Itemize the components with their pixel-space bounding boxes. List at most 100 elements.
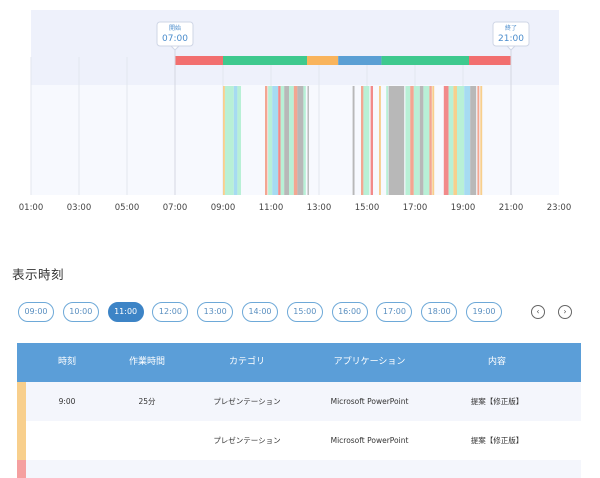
table-row[interactable] bbox=[17, 460, 581, 478]
cell-category bbox=[197, 460, 297, 478]
activity-table: 時刻 作業時間 カテゴリ アプリケーション 内容 9:00 25分 プレゼンテーショ… bbox=[17, 343, 581, 478]
activity-bar bbox=[361, 86, 364, 195]
cell-duration bbox=[107, 421, 187, 460]
activity-bar bbox=[284, 86, 289, 195]
activity-bar bbox=[386, 86, 389, 195]
activity-bar bbox=[432, 86, 435, 195]
activity-bar bbox=[423, 86, 430, 195]
category-segment bbox=[338, 56, 382, 65]
hour-pill[interactable]: 09:00 bbox=[18, 302, 54, 322]
cell-time: 9:00 bbox=[58, 397, 76, 406]
tick-label: 11:00 bbox=[259, 203, 284, 213]
cell-content bbox=[447, 460, 547, 478]
cell-time bbox=[47, 421, 87, 460]
activity-bar bbox=[352, 86, 355, 195]
tick-label: 01:00 bbox=[19, 203, 44, 213]
activity-bar bbox=[457, 86, 465, 195]
table-row[interactable]: 9:00 25分 プレゼンテーション Microsoft PowerPoint 提案【修… bbox=[17, 382, 581, 421]
activity-bar bbox=[443, 86, 449, 195]
start-marker-label: 開始 bbox=[169, 24, 181, 32]
activity-bar bbox=[419, 86, 424, 195]
tick-label: 21:00 bbox=[499, 203, 524, 213]
hour-pill[interactable]: 11:00 bbox=[107, 302, 144, 322]
hour-pill[interactable]: 13:00 bbox=[197, 302, 234, 322]
table-row[interactable]: プレゼンテーション Microsoft PowerPoint 提案【修正版】 bbox=[17, 421, 581, 460]
header-time[interactable]: 時刻 bbox=[47, 343, 87, 382]
hour-pill[interactable]: 15:00 bbox=[286, 302, 323, 322]
activity-bar bbox=[370, 86, 373, 195]
end-marker-label: 終了 bbox=[505, 24, 517, 32]
hour-pill[interactable]: 10:00 bbox=[62, 302, 99, 322]
table-header: 時刻 作業時間 カテゴリ アプリケーション 内容 bbox=[17, 343, 581, 382]
cell-content: 提案【修正版】 bbox=[470, 397, 524, 406]
tick-label: 09:00 bbox=[211, 203, 236, 213]
header-duration[interactable]: 作業時間 bbox=[107, 343, 187, 382]
hour-pill[interactable]: 18:00 bbox=[421, 302, 458, 322]
header-category[interactable]: カテゴリ bbox=[197, 343, 297, 382]
cell-time bbox=[47, 460, 87, 478]
activity-bar bbox=[278, 86, 281, 195]
category-segment bbox=[381, 56, 469, 65]
tick-label: 23:00 bbox=[547, 203, 572, 213]
tick-label: 17:00 bbox=[403, 203, 428, 213]
activity-bar bbox=[307, 86, 309, 195]
tick-label: 05:00 bbox=[115, 203, 140, 213]
timeline-chart: 01:00 03:00 05:00 07:00 09:00 11:00 13:00 15:00… bbox=[0, 0, 600, 220]
activity-bar bbox=[272, 86, 279, 195]
hour-pill[interactable]: 16:00 bbox=[331, 302, 368, 322]
row-color-mark bbox=[17, 421, 26, 460]
start-marker-time: 07:00 bbox=[162, 34, 188, 44]
activity-bar bbox=[289, 86, 294, 195]
activity-bar bbox=[480, 86, 483, 195]
tick-label: 13:00 bbox=[307, 203, 332, 213]
cell-category: プレゼンテーション bbox=[213, 397, 281, 406]
activity-bar bbox=[470, 86, 477, 195]
activity-bar bbox=[410, 86, 414, 195]
cell-app bbox=[307, 460, 432, 478]
section-title: 表示時刻 bbox=[12, 267, 65, 282]
header-application[interactable]: アプリケーション bbox=[307, 343, 432, 382]
prev-icon[interactable]: ‹ bbox=[531, 305, 545, 319]
cell-content: 提案【修正版】 bbox=[470, 436, 524, 445]
activity-bar bbox=[265, 86, 268, 195]
activity-bar bbox=[429, 86, 432, 195]
activity-bar bbox=[388, 86, 405, 195]
cell-app: Microsoft PowerPoint bbox=[330, 436, 409, 445]
end-marker-time: 21:00 bbox=[498, 34, 524, 44]
activity-bar bbox=[297, 86, 304, 195]
tick-label: 19:00 bbox=[451, 203, 476, 213]
timeline-header-bg bbox=[31, 10, 559, 85]
activity-bar bbox=[413, 86, 420, 195]
hour-pill[interactable]: 17:00 bbox=[376, 302, 413, 322]
category-segment bbox=[223, 56, 307, 65]
cell-category: プレゼンテーション bbox=[213, 436, 281, 445]
tick-label: 07:00 bbox=[163, 203, 188, 213]
activity-bar bbox=[223, 86, 225, 195]
hour-pill[interactable]: 14:00 bbox=[242, 302, 278, 322]
cell-duration bbox=[107, 460, 187, 478]
category-segment bbox=[469, 56, 511, 65]
category-segment bbox=[307, 56, 339, 65]
activity-bar bbox=[363, 86, 370, 195]
header-content[interactable]: 内容 bbox=[447, 343, 547, 382]
row-color-mark bbox=[17, 460, 26, 478]
cell-duration: 25分 bbox=[138, 397, 156, 406]
activity-bar bbox=[224, 86, 234, 195]
tick-label: 15:00 bbox=[355, 203, 380, 213]
tick-label: 03:00 bbox=[67, 203, 92, 213]
activity-bar bbox=[464, 86, 471, 195]
activity-bar bbox=[237, 86, 241, 195]
row-color-mark bbox=[17, 382, 26, 421]
activity-bar bbox=[379, 86, 381, 195]
activity-bar bbox=[303, 86, 306, 195]
activity-bar bbox=[233, 86, 238, 195]
activity-bar bbox=[448, 86, 454, 195]
activity-bar bbox=[405, 86, 411, 195]
next-icon[interactable]: › bbox=[558, 305, 572, 319]
activity-bar bbox=[453, 86, 457, 195]
activity-bar bbox=[268, 86, 273, 195]
activity-bar bbox=[477, 86, 480, 195]
hour-pill[interactable]: 19:00 bbox=[466, 302, 502, 322]
category-segment bbox=[175, 56, 223, 65]
hour-pill[interactable]: 12:00 bbox=[152, 302, 189, 322]
